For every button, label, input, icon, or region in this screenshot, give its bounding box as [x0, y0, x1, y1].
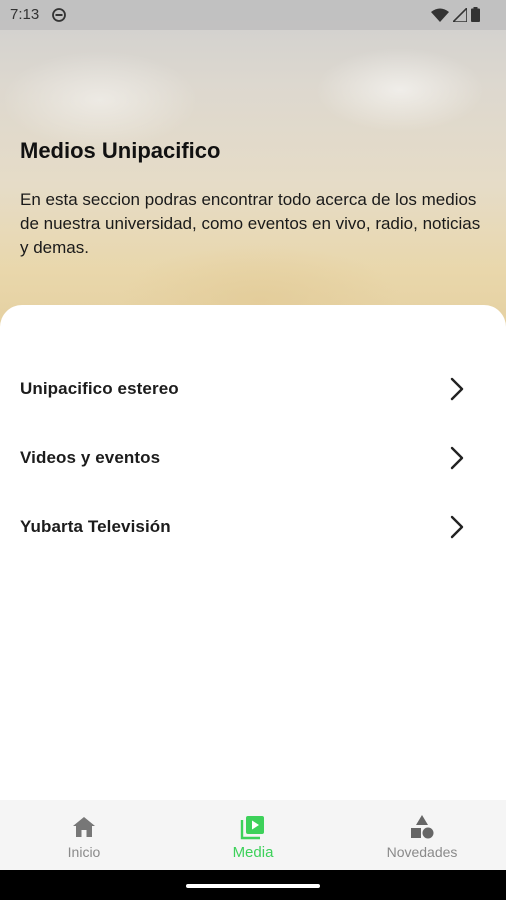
- menu-item-yubarta-television[interactable]: Yubarta Televisión: [0, 499, 506, 555]
- home-gesture-handle[interactable]: [186, 884, 320, 888]
- home-icon: [73, 817, 95, 837]
- menu-item-label: Videos y eventos: [20, 448, 161, 467]
- menu-item-videos-y-eventos[interactable]: Videos y eventos: [0, 430, 506, 486]
- status-time: 7:13: [10, 6, 40, 23]
- menu-item-unipacifico-estereo[interactable]: Unipacifico estereo: [0, 361, 506, 417]
- nav-item-inicio[interactable]: Inicio: [0, 800, 168, 870]
- shapes-icon: [411, 815, 434, 839]
- nav-label: Inicio: [67, 844, 101, 860]
- wifi-icon: [431, 8, 449, 22]
- gesture-navigation-bar: [0, 870, 506, 900]
- do-not-disturb-icon: [52, 8, 66, 22]
- nav-label: Novedades: [386, 844, 458, 860]
- chevron-right-icon: [450, 377, 464, 401]
- status-bar: 7:13: [0, 0, 506, 30]
- nav-item-novedades[interactable]: Novedades: [338, 800, 506, 870]
- page-description: En esta seccion podras encontrar todo ac…: [20, 190, 481, 257]
- media-play-icon: [240, 816, 264, 840]
- hero-banner: [0, 0, 506, 340]
- nav-item-media[interactable]: Media: [169, 800, 337, 870]
- menu-item-label: Unipacifico estereo: [20, 379, 179, 398]
- bottom-navigation: Inicio Media Novedades: [0, 800, 506, 870]
- nav-label: Media: [232, 844, 274, 861]
- chevron-right-icon: [450, 515, 464, 539]
- page-title: Medios Unipacifico: [20, 138, 221, 163]
- content-sheet: Unipacifico estereo Videos y eventos Yub…: [0, 305, 506, 800]
- battery-icon: [471, 7, 480, 22]
- chevron-right-icon: [450, 446, 464, 470]
- menu-item-label: Yubarta Televisión: [20, 517, 171, 536]
- signal-icon: [453, 7, 467, 22]
